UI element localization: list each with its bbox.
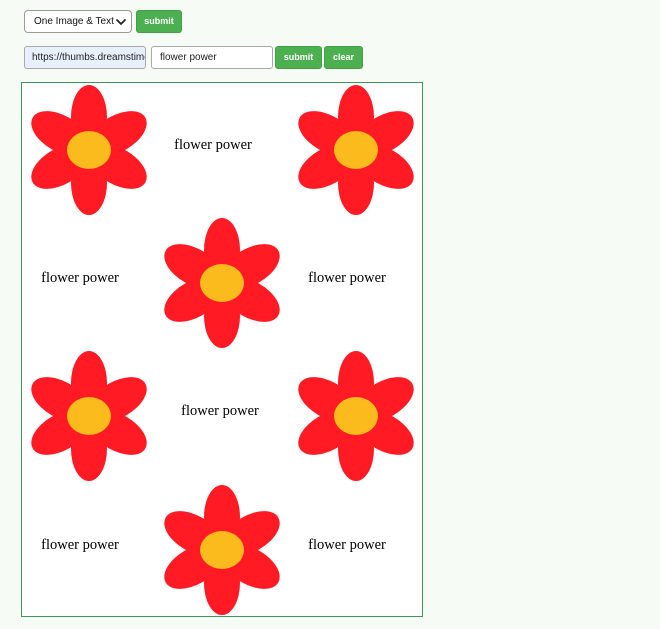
mode-select-value: One Image & Text (34, 16, 114, 27)
flower-icon (157, 218, 287, 348)
caption-text: flower power (41, 270, 119, 286)
caption-text: flower power (41, 537, 119, 553)
chevron-down-icon (116, 19, 126, 25)
caption-text: flower power (174, 137, 252, 153)
caption-text-input[interactable]: flower power (151, 46, 273, 69)
mode-submit-button[interactable]: submit (136, 10, 182, 33)
mode-select[interactable]: One Image & Text (24, 10, 132, 33)
flower-icon (291, 85, 421, 215)
submit-button[interactable]: submit (275, 46, 322, 69)
flower-icon (24, 85, 154, 215)
image-url-input[interactable]: https://thumbs.dreamstime.com (24, 46, 146, 69)
flower-icon (24, 351, 154, 481)
caption-text: flower power (181, 403, 259, 419)
caption-text: flower power (308, 270, 386, 286)
flower-icon (291, 351, 421, 481)
clear-button[interactable]: clear (324, 46, 363, 69)
flower-icon (157, 485, 287, 615)
caption-text: flower power (308, 537, 386, 553)
preview-canvas: flower power flower power flower power f… (21, 82, 423, 617)
